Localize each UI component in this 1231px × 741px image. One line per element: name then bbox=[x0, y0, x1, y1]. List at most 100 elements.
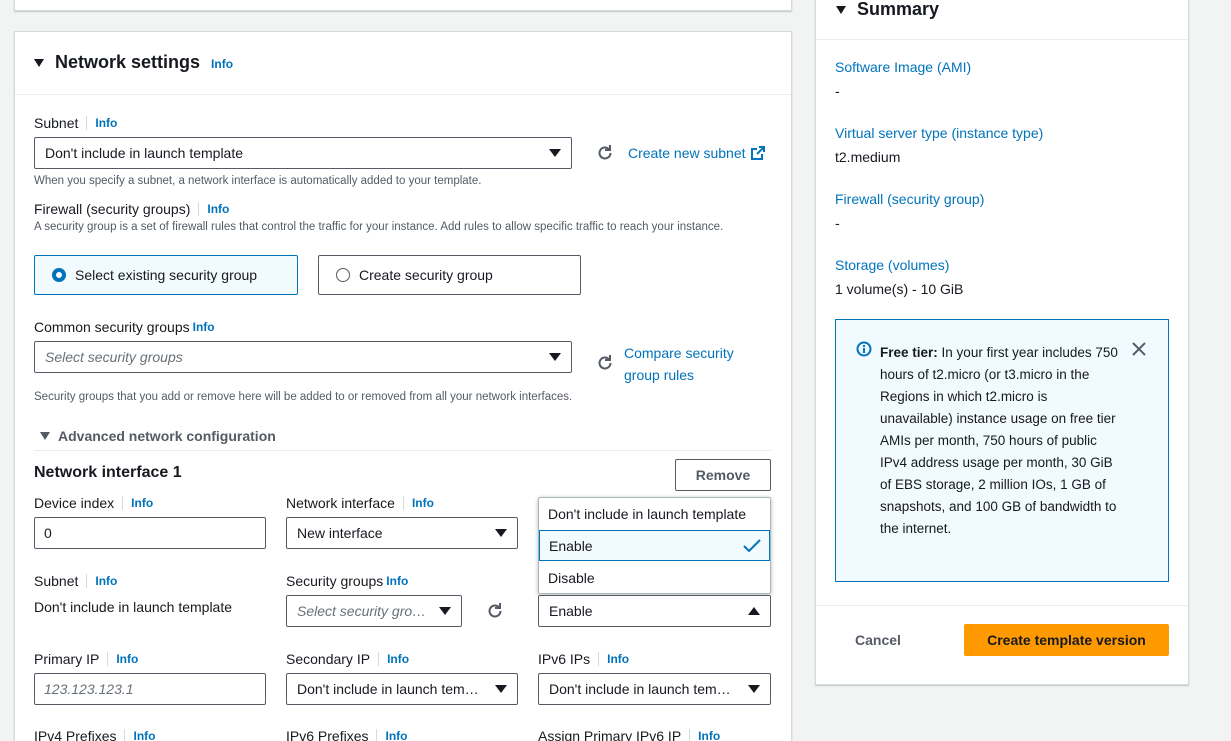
chevron-down-icon bbox=[495, 685, 507, 693]
radio-select-existing-label: Select existing security group bbox=[75, 267, 258, 283]
dropdown-option[interactable]: Disable bbox=[539, 562, 770, 593]
secondary-ip-label-row: Secondary IP Info bbox=[286, 651, 409, 667]
firewall-label: Firewall (security groups) bbox=[34, 201, 191, 217]
assign-primary-ipv6-label-row: Assign Primary IPv6 IP Info bbox=[538, 728, 720, 741]
cancel-button[interactable]: Cancel bbox=[840, 624, 916, 656]
radio-checked-icon bbox=[52, 268, 66, 282]
ipv4-prefixes-info-link[interactable]: Info bbox=[133, 729, 155, 741]
common-sg-label-row: Common security groups Info bbox=[34, 319, 215, 335]
refresh-icon[interactable] bbox=[485, 601, 505, 621]
chevron-down-icon bbox=[439, 607, 451, 615]
summary-storage-value: 1 volume(s) - 10 GiB bbox=[835, 281, 964, 297]
subnet-hint: When you specify a subnet, a network int… bbox=[34, 175, 482, 187]
secondary-ip-select[interactable]: Don't include in launch tem… bbox=[286, 673, 518, 705]
primary-ip-label-row: Primary IP Info bbox=[34, 651, 138, 667]
remove-button[interactable]: Remove bbox=[675, 459, 771, 491]
common-sg-info-link[interactable]: Info bbox=[193, 320, 215, 334]
separator bbox=[198, 202, 200, 216]
close-icon[interactable] bbox=[1131, 341, 1147, 357]
network-interface-label-row: Network interface Info bbox=[286, 495, 434, 511]
previous-section-panel bbox=[14, 0, 792, 11]
collapse-caret-icon bbox=[40, 432, 50, 440]
summary-ami-value: - bbox=[835, 83, 840, 99]
primary-ip-label: Primary IP bbox=[34, 651, 100, 667]
compare-sg-rules-link[interactable]: Compare security group rules bbox=[624, 342, 734, 386]
subnet-select[interactable]: Don't include in launch template bbox=[34, 137, 572, 169]
primary-ip-info-link[interactable]: Info bbox=[116, 652, 138, 666]
secondary-ip-info-link[interactable]: Info bbox=[387, 652, 409, 666]
free-tier-alert: Free tier: In your first year includes 7… bbox=[835, 319, 1169, 582]
advanced-divider bbox=[34, 450, 771, 451]
network-interface-select[interactable]: New interface bbox=[286, 517, 518, 549]
ni-sg-select[interactable]: Select security groups bbox=[286, 595, 462, 627]
advanced-network-toggle[interactable]: Advanced network configuration bbox=[40, 428, 276, 444]
refresh-icon[interactable] bbox=[595, 353, 615, 373]
separator bbox=[689, 729, 691, 741]
network-settings-info-link[interactable]: Info bbox=[211, 57, 233, 71]
dropdown-option[interactable]: Don't include in launch template bbox=[539, 498, 770, 529]
dropdown-option-label: Disable bbox=[548, 569, 595, 586]
summary-instance-type-value: t2.medium bbox=[835, 149, 901, 165]
summary-footer-divider bbox=[816, 605, 1188, 606]
chevron-down-icon bbox=[549, 353, 561, 361]
summary-firewall-label[interactable]: Firewall (security group) bbox=[835, 191, 984, 207]
radio-create-sg-label: Create security group bbox=[359, 267, 493, 283]
device-index-label-row: Device index Info bbox=[34, 495, 153, 511]
common-sg-select[interactable]: Select security groups bbox=[34, 341, 572, 373]
firewall-info-link[interactable]: Info bbox=[207, 202, 229, 216]
ni-subnet-label-row: Subnet Info bbox=[34, 573, 117, 589]
summary-storage-label[interactable]: Storage (volumes) bbox=[835, 257, 949, 273]
enable-select-open[interactable]: Enable bbox=[538, 595, 771, 627]
separator bbox=[402, 496, 404, 510]
external-link-icon bbox=[750, 146, 765, 160]
summary-instance-type-label[interactable]: Virtual server type (instance type) bbox=[835, 125, 1043, 141]
common-sg-placeholder: Select security groups bbox=[45, 349, 183, 365]
dropdown-option-label: Enable bbox=[549, 537, 593, 554]
ipv6-prefixes-label: IPv6 Prefixes bbox=[286, 728, 369, 741]
subnet-info-link[interactable]: Info bbox=[95, 116, 117, 130]
refresh-icon[interactable] bbox=[595, 143, 615, 163]
ni-sg-info-link[interactable]: Info bbox=[386, 574, 408, 588]
device-index-input[interactable]: 0 bbox=[34, 517, 266, 549]
advanced-network-label: Advanced network configuration bbox=[58, 428, 276, 444]
ipv4-prefixes-label: IPv4 Prefixes bbox=[34, 728, 117, 741]
create-template-version-button[interactable]: Create template version bbox=[964, 624, 1169, 656]
network-interface-label: Network interface bbox=[286, 495, 395, 511]
chevron-down-icon bbox=[549, 149, 561, 157]
device-index-info-link[interactable]: Info bbox=[131, 496, 153, 510]
ipv6-ips-value: Don't include in launch tem… bbox=[549, 681, 731, 697]
summary-firewall-value: - bbox=[835, 215, 840, 231]
network-interface-info-link[interactable]: Info bbox=[412, 496, 434, 510]
ni-subnet-info-link[interactable]: Info bbox=[95, 574, 117, 588]
dropdown-option-selected[interactable]: Enable bbox=[539, 530, 770, 561]
ni-subnet-value: Don't include in launch template bbox=[34, 599, 233, 615]
ni-sg-label-row: Security groups Info bbox=[286, 573, 408, 589]
create-subnet-link-text: Create new subnet bbox=[628, 145, 746, 161]
subnet-label-row: Subnet Info bbox=[34, 115, 117, 131]
checkmark-icon bbox=[743, 538, 761, 552]
ni-sg-label: Security groups bbox=[286, 573, 384, 589]
collapse-caret-icon[interactable] bbox=[836, 5, 846, 14]
radio-select-existing[interactable]: Select existing security group bbox=[34, 255, 298, 295]
summary-ami-label[interactable]: Software Image (AMI) bbox=[835, 59, 971, 75]
subnet-select-value: Don't include in launch template bbox=[45, 145, 244, 161]
ipv6-ips-info-link[interactable]: Info bbox=[607, 652, 629, 666]
device-index-value: 0 bbox=[44, 525, 52, 541]
summary-header-divider bbox=[816, 39, 1188, 40]
ipv6-ips-label: IPv6 IPs bbox=[538, 651, 591, 667]
primary-ip-input[interactable]: 123.123.123.1 bbox=[34, 673, 266, 705]
separator bbox=[107, 652, 109, 666]
network-settings-title: Network settings bbox=[55, 52, 201, 72]
subnet-label: Subnet bbox=[34, 115, 79, 131]
radio-create-sg[interactable]: Create security group bbox=[318, 255, 581, 295]
ipv6-prefixes-info-link[interactable]: Info bbox=[385, 729, 407, 741]
summary-header[interactable]: Summary bbox=[836, 0, 939, 20]
separator bbox=[86, 116, 88, 130]
assign-primary-ipv6-info-link[interactable]: Info bbox=[698, 729, 720, 741]
create-subnet-link[interactable]: Create new subnet bbox=[628, 145, 766, 161]
separator bbox=[376, 729, 378, 741]
collapse-caret-icon[interactable] bbox=[34, 58, 44, 67]
network-settings-header[interactable]: Network settings Info bbox=[34, 52, 233, 73]
compare-link-line1: Compare security bbox=[624, 345, 734, 361]
ipv6-ips-select[interactable]: Don't include in launch tem… bbox=[538, 673, 771, 705]
